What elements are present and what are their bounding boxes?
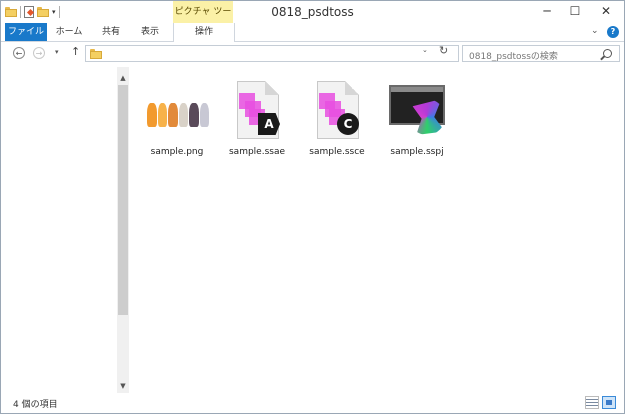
search-icon[interactable] [603,49,612,58]
file-item[interactable]: A sample.ssae [219,77,295,163]
help-icon[interactable]: ? [607,26,619,38]
title-bar: ▾ ピクチャ ツール 0818_psdtoss ─ ☐ ✕ [1,1,624,39]
details-view-icon[interactable] [585,396,599,409]
ssce-file-icon: C [305,79,369,143]
file-list[interactable]: sample.png A sample.ssae C sample.ssce s… [129,67,624,393]
tab-view[interactable]: 表示 [131,23,169,41]
address-dropdown[interactable]: ⌄ [422,46,428,54]
tab-file[interactable]: ファイル [5,23,47,41]
search-placeholder: 0818_psdtossの検索 [469,52,558,62]
close-button[interactable]: ✕ [589,1,623,21]
animation-badge-icon: A [258,113,280,135]
file-item[interactable]: sample.png [139,77,215,163]
file-item[interactable]: C sample.ssce [299,77,375,163]
search-input[interactable]: 0818_psdtossの検索 [462,45,620,62]
character-sprites-image [147,103,209,127]
png-thumbnail [145,79,209,143]
navigation-bar: ← → ▾ ↑ ⌄ ↻ 0818_psdtossの検索 [1,42,624,66]
navigation-pane-scrollbar[interactable]: ▲ ▼ [117,67,129,393]
scroll-up-arrow[interactable]: ▲ [117,71,129,85]
tab-home[interactable]: ホーム [49,23,89,41]
window-title: 0818_psdtoss [271,5,354,19]
large-icons-view-icon[interactable] [602,396,616,409]
refresh-icon[interactable]: ↻ [439,44,448,57]
tab-manage[interactable]: 操作 [173,23,235,42]
explorer-window: ▾ ピクチャ ツール 0818_psdtoss ─ ☐ ✕ ファイル ホーム 共… [0,0,625,414]
tab-share[interactable]: 共有 [93,23,129,41]
file-name: sample.ssae [228,147,285,157]
file-name: sample.png [150,147,204,157]
recent-locations-dropdown[interactable]: ▾ [55,48,59,56]
item-count: 4 個の項目 [13,400,58,410]
scroll-down-arrow[interactable]: ▼ [117,379,129,393]
navigation-pane[interactable] [1,67,117,393]
forward-button[interactable]: → [33,47,45,59]
address-bar[interactable] [85,45,459,62]
maximize-button[interactable]: ☐ [561,1,589,21]
scroll-thumb[interactable] [118,85,128,315]
sspj-file-icon [385,79,449,143]
expand-ribbon-icon[interactable]: ⌄ [591,26,599,36]
up-button[interactable]: ↑ [71,45,80,58]
file-item[interactable]: sample.sspj [379,77,455,163]
cell-badge-icon: C [337,113,359,135]
file-name: sample.ssce [309,147,365,157]
minimize-button[interactable]: ─ [533,1,561,21]
file-name: sample.sspj [390,147,444,157]
ribbon-tabs: ファイル ホーム 共有 表示 操作 ⌄ ? [1,23,624,42]
back-button[interactable]: ← [13,47,25,59]
ssae-file-icon: A [225,79,289,143]
folder-icon [90,49,102,59]
status-bar: 4 個の項目 [1,393,624,413]
